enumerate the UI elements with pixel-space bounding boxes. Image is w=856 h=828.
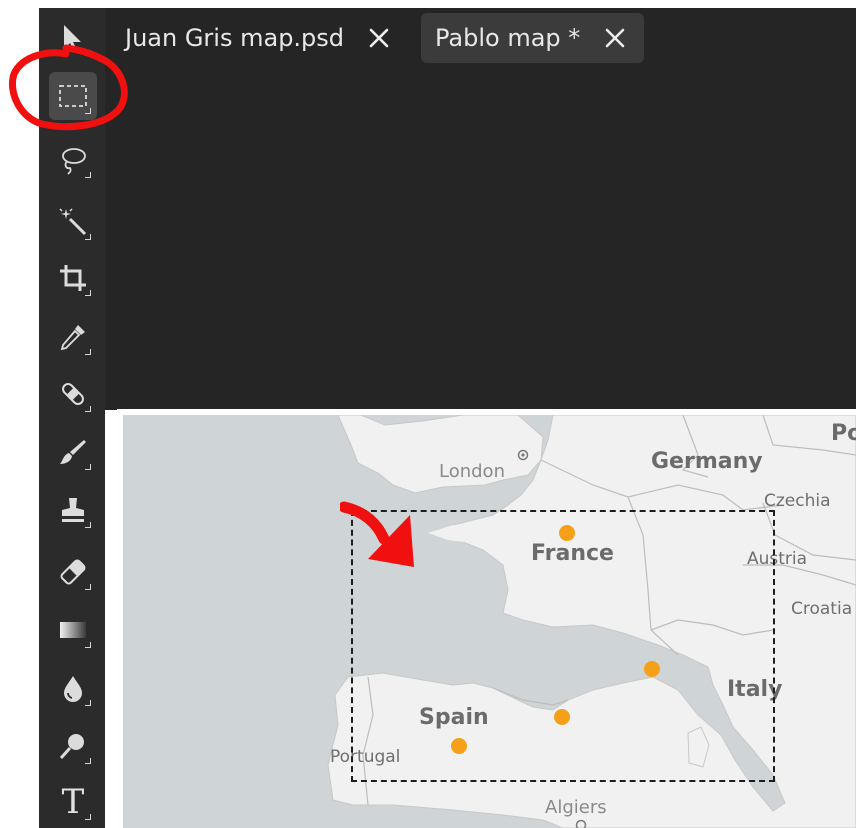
label-algiers: Algiers [545, 797, 607, 818]
magic-wand-icon [59, 208, 87, 236]
document-canvas[interactable]: London Germany France Spain Italy Czechi… [117, 409, 856, 828]
gradient-tool-button[interactable] [49, 606, 97, 654]
type-tool-button[interactable]: T [49, 778, 97, 826]
magic-wand-tool-button[interactable] [49, 198, 97, 246]
label-croatia: Croatia [791, 599, 853, 619]
eraser-icon [60, 559, 86, 585]
close-icon[interactable] [602, 25, 628, 51]
document-tabs: Juan Gris map.psd Pablo map * [105, 8, 856, 68]
submenu-corner [85, 814, 91, 820]
submenu-corner [85, 700, 91, 706]
submenu-corner [85, 406, 91, 412]
text-icon: T [61, 782, 85, 822]
clone-stamp-tool-button[interactable] [49, 486, 97, 534]
dodge-icon [59, 734, 84, 760]
label-czechia: Czechia [764, 491, 831, 511]
submenu-corner [85, 758, 91, 764]
label-london: London [439, 461, 505, 482]
eyedropper-icon [60, 325, 85, 351]
submenu-corner [85, 464, 91, 470]
submenu-corner [85, 584, 91, 590]
submenu-corner [85, 642, 91, 648]
brush-tool-button[interactable] [49, 428, 97, 476]
brush-icon [60, 440, 86, 464]
drop-icon [64, 676, 82, 702]
red-annotation-circle [9, 44, 128, 131]
tab-pablo-map[interactable]: Pablo map * [421, 13, 645, 63]
submenu-corner [85, 234, 91, 240]
eyedropper-tool-button[interactable] [49, 313, 97, 361]
photo-editor-app: T Juan Gris map.psd Pablo map * London G… [0, 0, 856, 828]
submenu-corner [85, 349, 91, 355]
submenu-corner [85, 522, 91, 528]
gradient-icon [60, 622, 86, 638]
close-icon[interactable] [366, 25, 392, 51]
bandage-icon [62, 383, 84, 405]
dodge-tool-button[interactable] [49, 722, 97, 770]
submenu-corner [85, 172, 91, 178]
europe-map-image: London Germany France Spain Italy Czechi… [123, 415, 856, 828]
eraser-tool-button[interactable] [49, 548, 97, 596]
stamp-icon [62, 498, 84, 522]
red-annotation-arrow [340, 501, 414, 567]
lasso-icon [62, 148, 86, 175]
tab-label: Juan Gris map.psd [125, 24, 345, 52]
tab-label: Pablo map * [435, 24, 581, 52]
workspace-background [105, 8, 856, 410]
lasso-tool-button[interactable] [49, 136, 97, 184]
blur-tool-button[interactable] [49, 664, 97, 712]
healing-brush-tool-button[interactable] [49, 370, 97, 418]
label-germany: Germany [651, 449, 763, 474]
tab-juan-gris-map[interactable]: Juan Gris map.psd [115, 13, 404, 63]
submenu-corner [85, 290, 91, 296]
crop-icon [60, 265, 86, 291]
label-poland-partial: Po [831, 421, 856, 446]
crop-tool-button[interactable] [49, 254, 97, 302]
